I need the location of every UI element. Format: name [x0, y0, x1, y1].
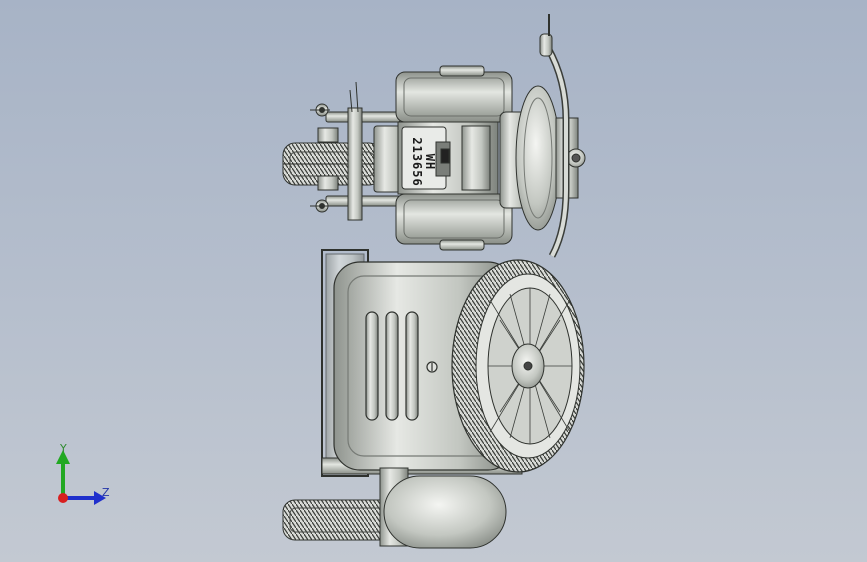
- cad-viewport[interactable]: WH 213656 Y Z: [0, 0, 867, 562]
- y-axis-label: Y: [60, 442, 67, 455]
- z-axis-label: Z: [102, 486, 110, 499]
- name-plate-line1: WH: [423, 153, 437, 171]
- rear-caster-wheel: [282, 467, 507, 549]
- battery-box-upper: [395, 65, 513, 123]
- battery-box-lower: [395, 193, 513, 251]
- rear-drive-wheel: [451, 259, 585, 473]
- drive-motor: [499, 85, 586, 231]
- wheelchair-model[interactable]: [0, 0, 867, 562]
- coordinate-triad: [56, 450, 106, 505]
- origin-marker: [58, 493, 68, 503]
- name-plate-line2: 213656: [410, 137, 424, 187]
- name-plate: WH 213656: [393, 137, 453, 187]
